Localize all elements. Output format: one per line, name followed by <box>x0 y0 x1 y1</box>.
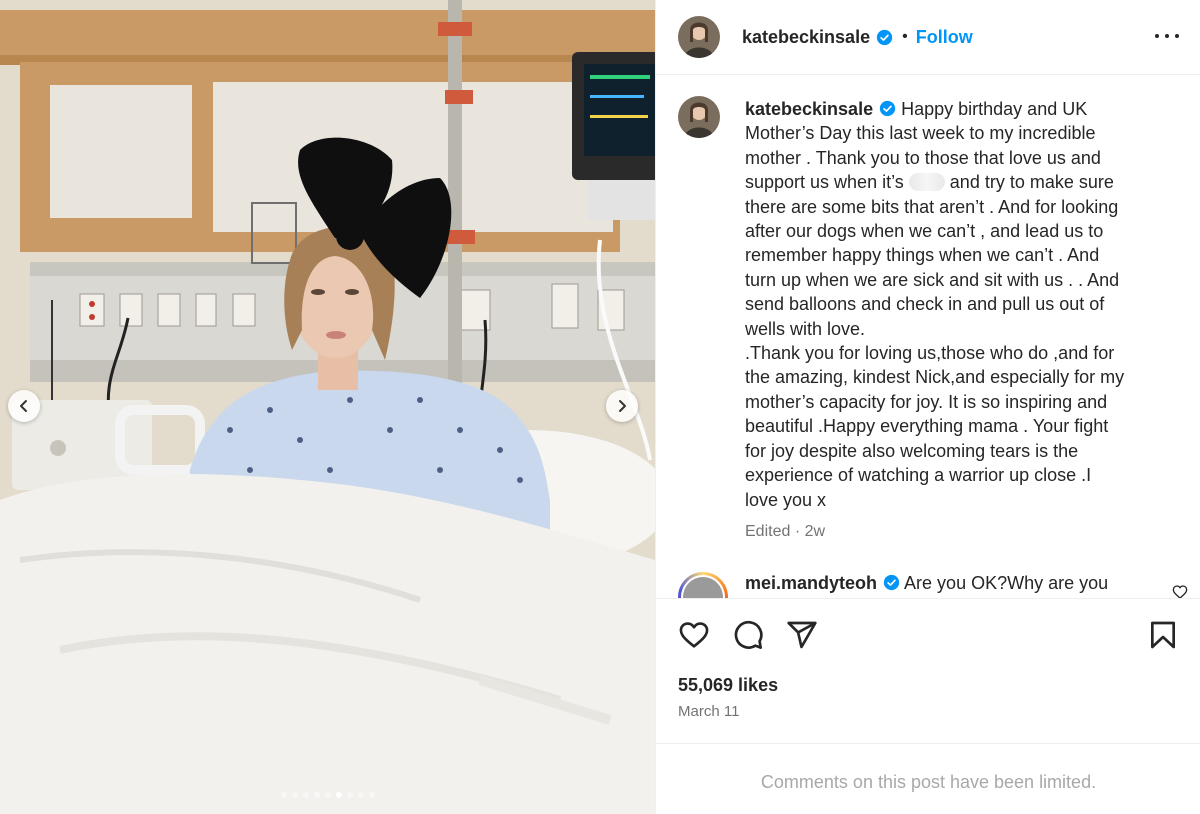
carousel-dot <box>313 792 320 798</box>
caption-text-14: mother’s capacity for joy. It is so insp… <box>745 391 1108 412</box>
comment-item: mei.mandyteoh Are you OK?Why are you <box>678 572 1188 598</box>
carousel-dot <box>346 792 353 798</box>
caption-text-4: support us when it’s <box>745 172 904 193</box>
caption-author-avatar[interactable] <box>678 96 720 138</box>
commenter-avatar[interactable] <box>678 572 728 598</box>
carousel-dot <box>302 792 309 798</box>
caption-text-2: Mother’s Day this last week to my incred… <box>745 123 1096 144</box>
caption-text-11: wells with love. <box>745 318 866 339</box>
carousel-dot <box>324 792 331 798</box>
comment-text: mei.mandyteoh Are you OK?Why are you <box>745 573 1108 594</box>
caption-text-3: mother . Thank you to those that love us… <box>745 147 1101 168</box>
share-icon <box>787 621 817 649</box>
verified-icon <box>883 574 900 591</box>
caption-text-18: love you x <box>745 489 827 510</box>
post-caption: katebeckinsale Happy birthday and UK Mot… <box>745 97 1175 512</box>
caption-text-17: experience of watching a warrior up clos… <box>745 465 1092 486</box>
verified-icon <box>879 100 896 117</box>
carousel-dots <box>0 792 655 798</box>
comments-limited-notice: Comments on this post have been limited. <box>760 772 1097 792</box>
bookmark-icon <box>1151 621 1175 649</box>
caption-text-7: after our dogs when we can’t , and lead … <box>745 221 1104 242</box>
share-button[interactable] <box>786 619 818 651</box>
carousel-dot <box>357 792 364 798</box>
author-avatar[interactable] <box>678 16 720 58</box>
carousel-dot <box>335 792 342 798</box>
caption-text-5: and try to make sure <box>949 172 1114 193</box>
follow-button[interactable]: Follow <box>916 27 973 48</box>
comment-icon <box>734 620 763 649</box>
post-header: katebeckinsale • Follow <box>656 0 1200 75</box>
caption-username[interactable]: katebeckinsale <box>745 99 873 119</box>
more-icon <box>1155 34 1159 38</box>
comment-button[interactable] <box>732 619 764 651</box>
chevron-left-icon <box>20 400 27 412</box>
carousel-dot <box>280 792 287 798</box>
more-options-button[interactable] <box>1155 26 1179 46</box>
blurred-word <box>908 173 945 192</box>
caption-text-16: for joy despite also welcoming tears is … <box>745 440 1079 461</box>
verified-icon <box>876 29 893 45</box>
caption-text-1: Happy birthday and UK <box>901 99 1088 119</box>
caption-text-10: send balloons and check in and pull us o… <box>745 294 1105 315</box>
caption-text-6: there are some bits that aren’t . And fo… <box>745 196 1119 217</box>
header-separator: • <box>902 28 908 45</box>
post-photo <box>0 0 655 814</box>
author-username[interactable]: katebeckinsale <box>742 27 870 48</box>
carousel-previous-button[interactable] <box>8 390 40 422</box>
post-sidebar: katebeckinsale • Follow katebeckinsale H… <box>655 0 1200 814</box>
comment-body: Are you OK?Why are you <box>904 573 1109 593</box>
post-date[interactable]: March 11 <box>678 703 739 720</box>
post-dialog: katebeckinsale • Follow katebeckinsale H… <box>0 0 1200 814</box>
comment-heart-icon[interactable] <box>1172 584 1188 598</box>
carousel-dot <box>368 792 375 798</box>
chevron-right-icon <box>619 400 626 412</box>
post-actions: 55,069 likes March 11 <box>656 598 1200 744</box>
hospital-photo <box>0 0 655 814</box>
caption-meta: Edited · 2w <box>745 523 826 540</box>
commenter-username[interactable]: mei.mandyteoh <box>745 573 877 593</box>
carousel-next-button[interactable] <box>606 390 638 422</box>
save-button[interactable] <box>1147 619 1179 651</box>
caption-text-9: turn up when we are sick and sit with us… <box>745 269 1120 290</box>
like-button[interactable] <box>678 619 710 651</box>
caption-text-15: beautiful .Happy everything mama . Your … <box>745 416 1109 437</box>
heart-icon <box>679 622 709 648</box>
carousel-dot <box>291 792 298 798</box>
comments-section: katebeckinsale Happy birthday and UK Mot… <box>656 76 1200 598</box>
likes-count[interactable]: 55,069 likes <box>678 675 778 696</box>
caption-text-13: the amazing, kindest Nick,and especially… <box>745 367 1125 388</box>
caption-text-8: remember happy things when we can’t . An… <box>745 245 1100 266</box>
caption-text-12: .Thank you for loving us,those who do ,a… <box>745 343 1115 364</box>
